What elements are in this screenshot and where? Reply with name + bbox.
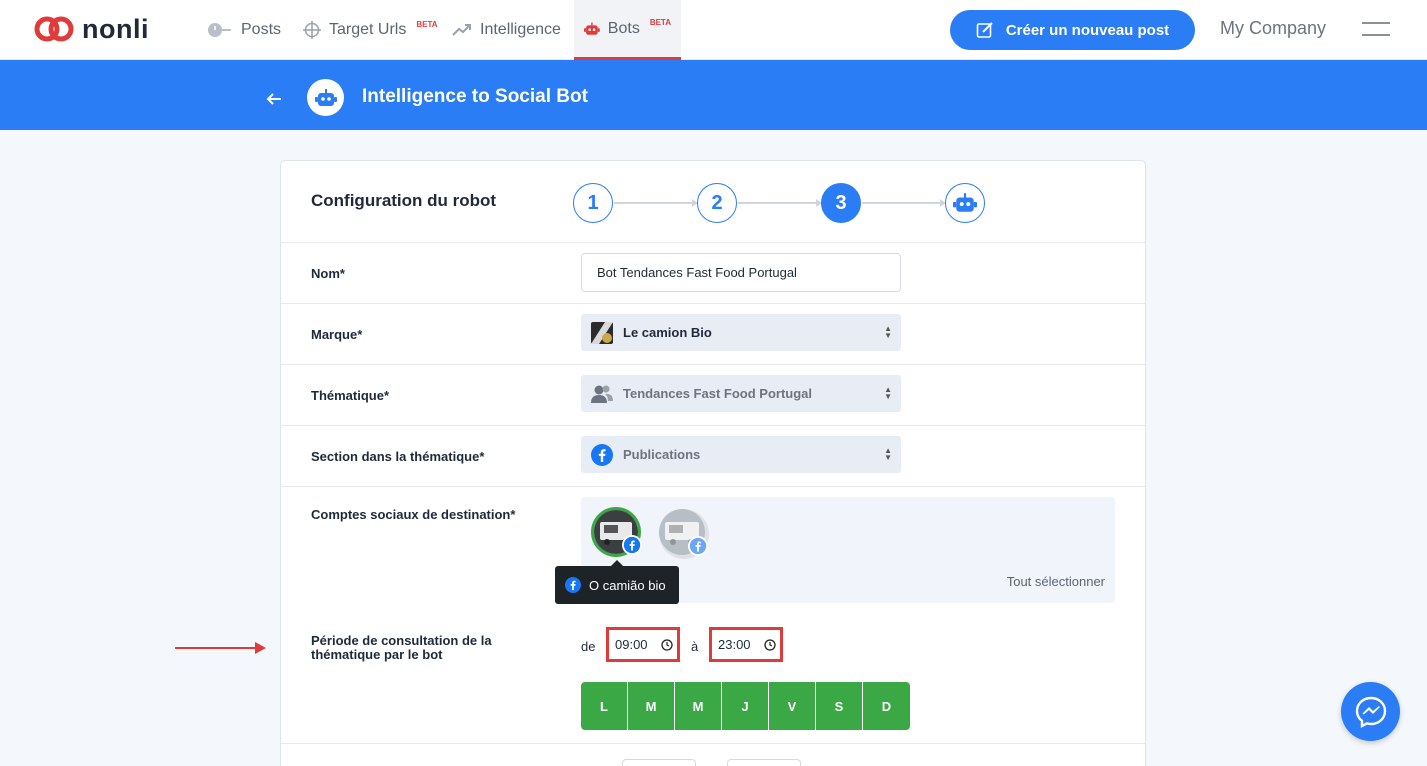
start-time-value: 09:00 (615, 637, 648, 652)
clock-icon (208, 23, 231, 37)
day-toggle-tuesday[interactable]: M (628, 682, 675, 730)
robot-icon (953, 193, 977, 212)
nav-target-urls[interactable]: Target Urls BETA (303, 0, 438, 60)
day-toggle-friday[interactable]: V (769, 682, 816, 730)
crosshair-icon (303, 21, 321, 39)
step-connector (738, 199, 822, 206)
divider (281, 743, 1145, 744)
name-label: Nom* (311, 266, 345, 281)
step-connector (862, 199, 946, 206)
users-icon (591, 383, 613, 405)
to-label: à (691, 639, 699, 654)
brand-select[interactable]: Le camion Bio ▲ ▼ (581, 314, 901, 351)
facebook-badge-icon (688, 536, 708, 561)
end-time-value: 23:00 (718, 637, 751, 652)
period-label: Période de consultation de la thématique… (311, 633, 492, 662)
day-toggle-sunday[interactable]: D (863, 682, 910, 730)
day-toggle-wednesday[interactable]: M (675, 682, 722, 730)
company-name[interactable]: My Company (1220, 18, 1326, 39)
create-post-label: Créer un nouveau post (1005, 21, 1170, 39)
facebook-icon (591, 443, 613, 466)
header-robot-icon (307, 79, 344, 116)
day-toggle-monday[interactable]: L (581, 682, 628, 730)
menu-icon[interactable] (1362, 22, 1390, 38)
theme-value: Tendances Fast Food Portugal (623, 386, 813, 401)
messenger-icon (1355, 696, 1386, 728)
divider (281, 303, 1145, 304)
divider (281, 486, 1145, 487)
tooltip-text: O camião bio (589, 577, 666, 593)
select-caret-icon: ▲ ▼ (884, 446, 892, 462)
brand-value: Le camion Bio (623, 325, 712, 340)
facebook-icon (565, 577, 581, 593)
day-toggle-saturday[interactable]: S (816, 682, 863, 730)
day-toggle-thursday[interactable]: J (722, 682, 769, 730)
account-tooltip: O camião bio (555, 560, 679, 604)
logo-icon (34, 16, 74, 42)
card-title: Configuration du robot (311, 191, 497, 210)
end-time-input[interactable]: 23:00 (709, 627, 783, 662)
nav-intelligence-label: Intelligence (480, 21, 561, 38)
beta-badge: BETA (649, 18, 671, 27)
next-field-input[interactable] (622, 759, 696, 766)
select-all-link[interactable]: Tout sélectionner (1007, 574, 1105, 589)
nav-posts-label: Posts (241, 21, 282, 38)
annotation-arrow-icon (175, 642, 266, 654)
nonli-logo[interactable]: nonli (34, 14, 149, 44)
facebook-badge-icon (622, 535, 642, 560)
from-label: de (581, 639, 596, 654)
weekday-selector: L M M J V S D (581, 682, 910, 730)
section-label: Section dans la thématique* (311, 449, 485, 464)
divider (281, 242, 1145, 243)
select-caret-icon: ▲ ▼ (884, 385, 892, 401)
top-navbar: nonli Posts Target Urls BETA Intelligence (0, 0, 1427, 60)
step-1[interactable]: 1 (573, 183, 613, 223)
step-3[interactable]: 3 (821, 183, 861, 223)
nav-bots[interactable]: Bots BETA (574, 0, 681, 60)
logo-text: nonli (82, 14, 149, 44)
edit-icon (976, 22, 993, 38)
nav-posts[interactable]: Posts (207, 0, 281, 60)
back-arrow-icon[interactable] (266, 86, 282, 112)
messenger-chat-button[interactable] (1341, 682, 1400, 741)
robot-config-card: Configuration du robot 1 2 3 Nom* Bot Te… (280, 160, 1146, 766)
step-robot[interactable] (945, 183, 985, 223)
trend-icon (452, 24, 471, 36)
next-field-input[interactable] (727, 759, 801, 766)
brand-logo-icon (591, 321, 613, 344)
select-caret-icon: ▲ ▼ (884, 324, 892, 340)
robot-icon (584, 22, 600, 35)
brand-label: Marque* (311, 327, 363, 342)
section-value: Publications (623, 447, 701, 462)
nav-bots-label: Bots (607, 19, 640, 37)
create-post-button[interactable]: Créer un nouveau post (950, 10, 1195, 50)
theme-select[interactable]: Tendances Fast Food Portugal ▲ ▼ (581, 375, 901, 412)
page-header (0, 60, 1427, 130)
page-title: Intelligence to Social Bot (362, 86, 588, 107)
divider (281, 425, 1145, 426)
start-time-input[interactable]: 09:00 (606, 627, 680, 662)
clock-icon (661, 638, 673, 651)
beta-badge: BETA (416, 19, 438, 29)
theme-label: Thématique* (311, 388, 390, 403)
clock-icon (764, 638, 776, 651)
nav-target-urls-label: Target Urls (329, 21, 407, 38)
bot-name-input[interactable]: Bot Tendances Fast Food Portugal (581, 253, 901, 292)
step-2[interactable]: 2 (697, 183, 737, 223)
nav-intelligence[interactable]: Intelligence (452, 0, 561, 60)
divider (281, 364, 1145, 365)
section-select[interactable]: Publications ▲ ▼ (581, 436, 901, 473)
accounts-label: Comptes sociaux de destination* (311, 507, 516, 522)
step-connector (614, 199, 698, 206)
